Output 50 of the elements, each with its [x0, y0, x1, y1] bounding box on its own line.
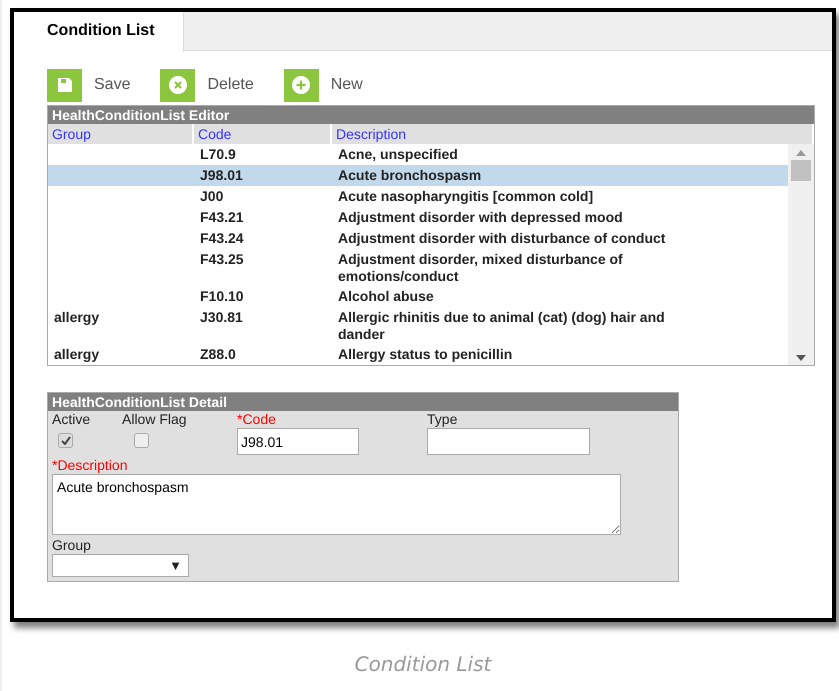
- table-cell-text: Adjustment disorder, mixed disturbance of emotions/conduct: [337, 251, 624, 285]
- table-cell-text: Alcohol abuse: [337, 288, 435, 306]
- table-cell-text: F10.10: [199, 288, 245, 306]
- field-label: Group: [52, 537, 92, 553]
- input-field[interactable]: J98.01: [237, 428, 359, 455]
- table-cell-text: Z88.0: [199, 346, 237, 364]
- table-cell-text: F43.25: [199, 251, 245, 269]
- panel-title: HealthConditionList Detail: [48, 393, 678, 411]
- table-cell-text: J00: [199, 188, 224, 206]
- delete-button[interactable]: Delete: [160, 65, 254, 105]
- save-button[interactable]: Save: [47, 65, 130, 105]
- table-cell-text: Acute bronchospasm: [337, 167, 482, 185]
- tab[interactable]: Condition List: [14, 12, 184, 52]
- table-cell-text: Allergic rhinitis due to animal (cat) (dog) hair and dander: [337, 309, 666, 343]
- new-button[interactable]: New: [284, 65, 363, 105]
- table-cell-text: F43.24: [199, 230, 245, 248]
- table-cell-text: allergy: [53, 346, 100, 364]
- scroll-up-icon[interactable]: [796, 150, 806, 156]
- field-label: Type: [427, 411, 458, 427]
- field-label: *Description: [52, 457, 128, 473]
- table-cell-text: Adjustment disorder with depressed mood: [337, 209, 624, 227]
- scrollbar[interactable]: [788, 144, 814, 365]
- dropdown[interactable]: ▼: [52, 554, 189, 577]
- column-header[interactable]: Code: [194, 124, 332, 144]
- table-cell-text: Acne, unspecified: [337, 146, 459, 164]
- caption: Condition List: [354, 652, 493, 676]
- close-icon: [168, 76, 187, 94]
- scroll-thumb[interactable]: [791, 160, 811, 181]
- table-cell-text: J98.01: [199, 167, 244, 185]
- column-header[interactable]: Group: [48, 124, 194, 144]
- table-cell-text: J30.81: [199, 309, 244, 327]
- field-label: *Code: [237, 411, 277, 427]
- table-cell-text: L70.9: [199, 146, 237, 164]
- plus-icon: [292, 76, 310, 94]
- table-cell-text: allergy: [53, 309, 100, 327]
- panel-title: HealthConditionList Editor: [48, 106, 814, 124]
- table-cell-text: Acute nasopharyngitis [common cold]: [337, 188, 594, 206]
- text-area[interactable]: Acute bronchospasm: [52, 474, 621, 535]
- column-header[interactable]: Description: [332, 124, 814, 144]
- table-cell-text: Adjustment disorder with disturbance of conduct: [337, 230, 666, 248]
- save-icon: [56, 77, 72, 93]
- field-label: Allow Flag: [122, 411, 188, 427]
- table-cell-text: F43.21: [199, 209, 245, 227]
- table-cell-text: Allergy status to penicillin: [337, 346, 514, 364]
- checkbox[interactable]: [134, 433, 149, 448]
- scroll-down-icon[interactable]: [796, 355, 806, 361]
- table-row[interactable]: J98.01 Acute bronchospasm: [48, 165, 788, 186]
- input-field[interactable]: [427, 428, 590, 455]
- checkbox[interactable]: [58, 433, 73, 448]
- field-label: Active: [52, 411, 92, 427]
